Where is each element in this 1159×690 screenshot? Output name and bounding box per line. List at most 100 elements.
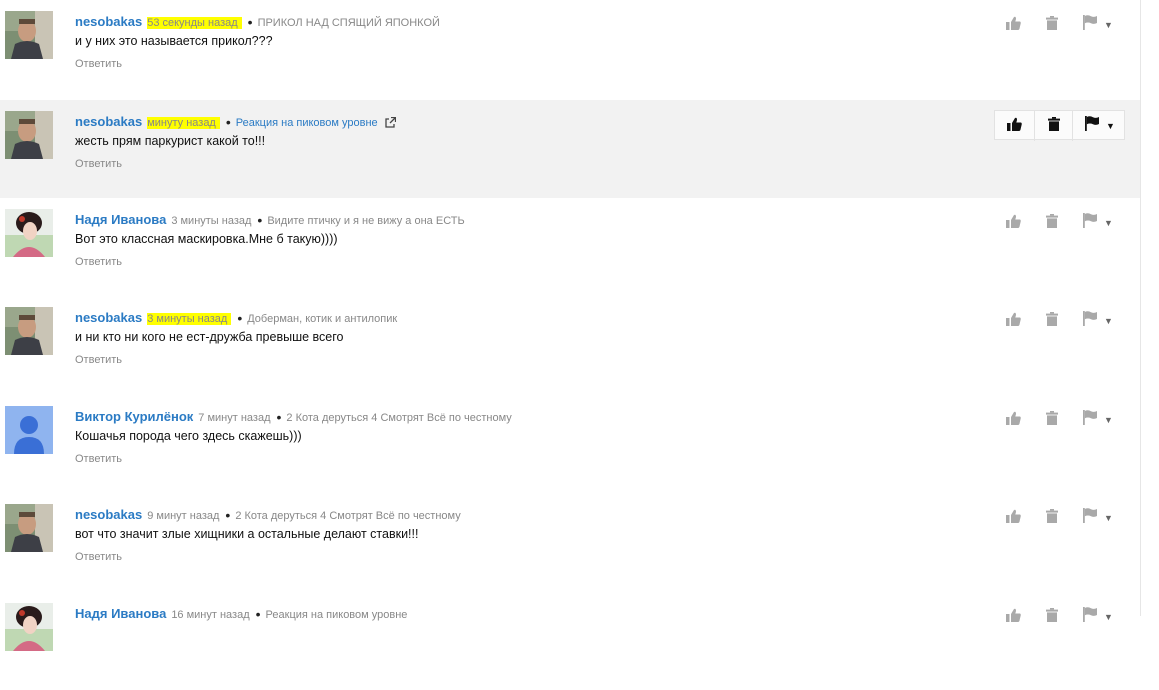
reply-link[interactable]: Ответить [75, 158, 122, 170]
separator-dot: • [225, 114, 231, 130]
thumbs-up-icon [1006, 509, 1021, 528]
comment-actions: ▼ [994, 602, 1125, 632]
comment-meta: Виктор Курилёнок 7 минут назад • 2 Кота дер… [75, 408, 512, 425]
flag-menu-button[interactable]: ▼ [1071, 208, 1125, 238]
avatar[interactable] [5, 209, 53, 257]
delete-button[interactable] [1033, 602, 1071, 632]
avatar[interactable] [5, 111, 53, 159]
separator-dot: • [276, 409, 282, 425]
comment-item: nesobakas 3 минуты назад • Доберман, котик … [0, 296, 1140, 394]
comment-actions: ▼ [994, 405, 1125, 435]
caret-down-icon: ▼ [1104, 20, 1113, 30]
like-button[interactable] [994, 503, 1033, 533]
flag-icon [1083, 410, 1098, 430]
comment-item: nesobakas 9 минут назад • 2 Кота деруться 4… [0, 493, 1140, 591]
flag-menu-button[interactable]: ▼ [1071, 10, 1125, 40]
trash-icon [1046, 410, 1058, 430]
comment-author[interactable]: nesobakas [75, 114, 142, 129]
comment-source[interactable]: Видите птичку и я не вижу а она ЕСТЬ [267, 215, 464, 227]
comment-time[interactable]: 7 минут назад [198, 412, 270, 424]
like-button[interactable] [994, 405, 1033, 435]
comment-source[interactable]: Реакция на пиковом уровне [236, 117, 378, 129]
comment-source[interactable]: ПРИКОЛ НАД СПЯЩИЙ ЯПОНКОЙ [258, 17, 440, 29]
thumbs-up-icon [1006, 214, 1021, 233]
delete-button[interactable] [1033, 405, 1071, 435]
comment-author[interactable]: nesobakas [75, 507, 142, 522]
comment-author[interactable]: nesobakas [75, 14, 142, 29]
avatar[interactable] [5, 11, 53, 59]
flag-icon [1083, 15, 1098, 35]
comment-text: жесть прям паркурист какой то!!! [75, 134, 266, 148]
comment-source[interactable]: Доберман, котик и антилопик [247, 313, 397, 325]
separator-dot: • [247, 14, 253, 30]
trash-icon [1046, 311, 1058, 331]
delete-button[interactable] [1033, 10, 1071, 40]
comment-time[interactable]: 53 секунды назад [147, 17, 242, 29]
delete-button[interactable] [1033, 503, 1071, 533]
reply-link[interactable]: Ответить [75, 453, 122, 465]
delete-button[interactable] [1033, 208, 1071, 238]
comment-time[interactable]: минуту назад [147, 117, 220, 129]
caret-down-icon: ▼ [1104, 612, 1113, 622]
comment-source[interactable]: Реакция на пиковом уровне [266, 609, 408, 621]
comment-time[interactable]: 16 минут назад [171, 609, 249, 621]
comment-meta: nesobakas 53 секунды назад • ПРИКОЛ НАД СПЯ… [75, 13, 440, 30]
flag-icon [1083, 508, 1098, 528]
comment-text: Кошачья порода чего здесь скажешь))) [75, 429, 302, 443]
comment-author[interactable]: Виктор Курилёнок [75, 409, 193, 424]
flag-icon [1083, 311, 1098, 331]
thumbs-up-icon [1006, 411, 1021, 430]
reply-link[interactable]: Ответить [75, 354, 122, 366]
comment-time[interactable]: 9 минут назад [147, 510, 219, 522]
comment-author[interactable]: nesobakas [75, 310, 142, 325]
avatar[interactable] [5, 603, 53, 651]
flag-menu-button[interactable]: ▼ [1071, 602, 1125, 632]
delete-button[interactable] [1033, 306, 1071, 336]
caret-down-icon: ▼ [1104, 513, 1113, 523]
like-button[interactable] [995, 111, 1034, 141]
comment-item: Надя Иванова 3 минуты назад • Видите птичку… [0, 198, 1140, 296]
caret-down-icon: ▼ [1106, 121, 1115, 131]
comment-text: Вот это классная маскировка.Мне б такую)… [75, 232, 338, 246]
reply-link[interactable]: Ответить [75, 58, 122, 70]
avatar[interactable] [5, 406, 53, 454]
flag-icon [1083, 213, 1098, 233]
like-button[interactable] [994, 602, 1033, 632]
caret-down-icon: ▼ [1104, 415, 1113, 425]
like-button[interactable] [994, 306, 1033, 336]
trash-icon [1046, 607, 1058, 627]
comment-item: nesobakas минуту назад • Реакция на пиковом… [0, 100, 1140, 198]
separator-dot: • [257, 212, 263, 228]
trash-icon [1046, 213, 1058, 233]
reply-link[interactable]: Ответить [75, 256, 122, 268]
separator-dot: • [225, 507, 231, 523]
like-button[interactable] [994, 10, 1033, 40]
avatar[interactable] [5, 307, 53, 355]
flag-menu-button[interactable]: ▼ [1072, 111, 1127, 141]
delete-button[interactable] [1034, 111, 1073, 141]
comment-actions: ▼ [994, 10, 1125, 40]
reply-link[interactable]: Ответить [75, 551, 122, 563]
flag-menu-button[interactable]: ▼ [1071, 306, 1125, 336]
flag-menu-button[interactable]: ▼ [1071, 503, 1125, 533]
caret-down-icon: ▼ [1104, 218, 1113, 228]
comment-source[interactable]: 2 Кота деруться 4 Смотрят Всё по честном… [286, 412, 511, 424]
separator-dot: • [237, 310, 243, 326]
thumbs-up-icon [1006, 608, 1021, 627]
external-link-icon[interactable] [384, 116, 396, 131]
comment-author[interactable]: Надя Иванова [75, 212, 166, 227]
comment-source[interactable]: 2 Кота деруться 4 Смотрят Всё по честном… [235, 510, 460, 522]
comment-text: вот что значит злые хищники а остальные … [75, 527, 419, 541]
separator-dot: • [255, 606, 261, 622]
trash-icon [1048, 116, 1060, 136]
like-button[interactable] [994, 208, 1033, 238]
comment-time[interactable]: 3 минуты назад [147, 313, 232, 325]
comment-author[interactable]: Надя Иванова [75, 606, 166, 621]
comment-meta: Надя Иванова 16 минут назад • Реакция на пи… [75, 605, 408, 622]
flag-menu-button[interactable]: ▼ [1071, 405, 1125, 435]
comment-meta: Надя Иванова 3 минуты назад • Видите птичку… [75, 211, 465, 228]
thumbs-up-icon [1007, 117, 1022, 136]
trash-icon [1046, 508, 1058, 528]
comment-time[interactable]: 3 минуты назад [171, 215, 251, 227]
avatar[interactable] [5, 504, 53, 552]
